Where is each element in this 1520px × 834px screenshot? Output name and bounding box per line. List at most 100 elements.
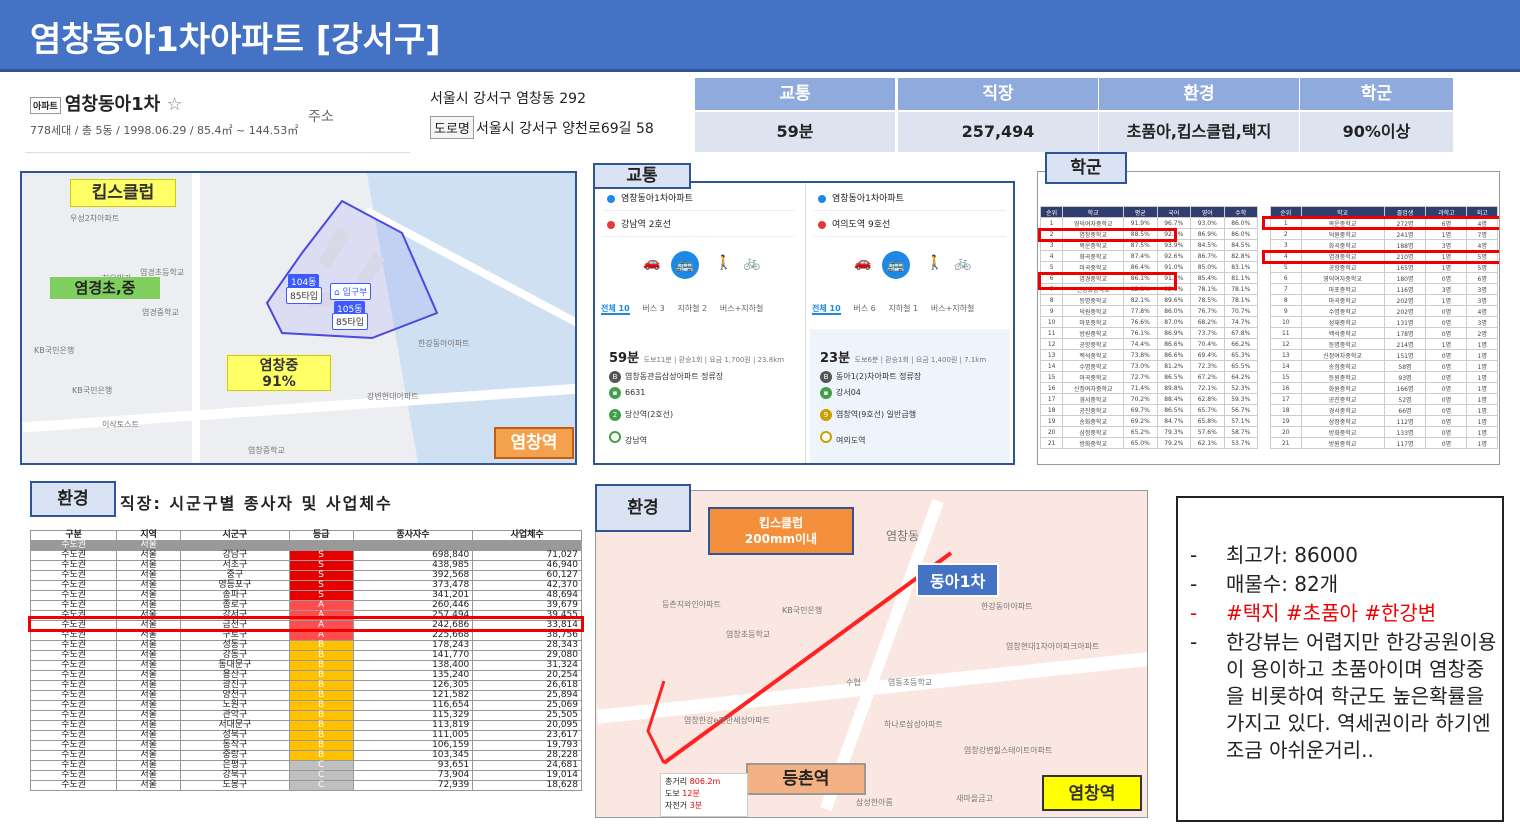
- car-icon[interactable]: 🚗: [854, 255, 871, 271]
- route-result[interactable]: 23분 도보6분 | 환승1회 | 요금 1,400원 | 7.1km B 동아1…: [810, 329, 1010, 463]
- table-cell: 58.7%: [1223, 426, 1258, 438]
- table-row: 3 화곡중학교 188명 3명 4명: [1270, 239, 1498, 251]
- table-cell: [472, 540, 582, 551]
- table-cell: 수도권: [29, 710, 118, 721]
- table-cell: B: [288, 660, 354, 671]
- note-item: 매물수: 82개: [1190, 571, 1500, 598]
- table-cell: 96.7%: [1156, 217, 1192, 229]
- table-cell: 0명: [1425, 360, 1468, 372]
- table-cell: 135,240: [352, 670, 474, 681]
- table-cell: [180, 540, 290, 551]
- table-row: 9 덕원중학교 77.8% 86.0% 76.7% 70.7%: [1039, 305, 1258, 317]
- table-cell: 서초구: [180, 560, 290, 571]
- bus-icon[interactable]: 🚌: [882, 251, 910, 279]
- neighborhood-map[interactable]: 염경초등학교 KB국민은행 KB국민은행 이삭토스트 한강동아아파트 치오빌라 …: [20, 171, 577, 465]
- tab-subway[interactable]: 지하철 1: [888, 304, 918, 313]
- walking-route-map[interactable]: 킵스클럽 200mm이내 동아1차 등촌역 염창역 총거리 806.2m 도보 …: [595, 490, 1148, 818]
- route-step: ▪ 강서04: [820, 387, 861, 399]
- table-cell: 1명: [1466, 382, 1498, 394]
- table-cell: S: [288, 570, 354, 581]
- bike-icon[interactable]: 🚲: [743, 255, 760, 271]
- apartment-marker[interactable]: 동아1차: [916, 563, 1000, 597]
- tab-bus-subway[interactable]: 버스+지하철: [720, 304, 764, 313]
- map-label: 염창현대1차아이파크아파트: [1006, 642, 1100, 651]
- school-label: 학군: [1045, 152, 1127, 184]
- tab-bus[interactable]: 버스 3: [642, 304, 664, 313]
- tab-all[interactable]: 전체 10: [812, 304, 841, 315]
- star-icon[interactable]: ☆: [166, 94, 182, 115]
- table-cell: 백석중학교: [1300, 327, 1385, 339]
- table-cell: 15: [1039, 371, 1064, 383]
- table-header-cell: 종사자수: [352, 530, 474, 541]
- route-to[interactable]: 강남역 2호선: [603, 213, 795, 237]
- table-row: 수도권 서울 구로구 A 225,668 38,756: [29, 630, 582, 641]
- table-cell: 29,080: [472, 650, 582, 661]
- table-cell: 73,904: [352, 770, 474, 781]
- route-from[interactable]: 염창동아1차아파트: [814, 187, 1006, 211]
- table-cell: 69.4%: [1190, 349, 1225, 361]
- table-cell: 서울: [116, 770, 182, 781]
- table-cell: 10: [1039, 316, 1064, 328]
- table-cell: 도봉구: [180, 780, 290, 791]
- table-row: 수도권 서울 중랑구 B 103,345 28,228: [29, 750, 582, 761]
- table-cell: 방원중학교: [1300, 437, 1385, 449]
- map-label: 염창한강e편한세상아파트: [684, 716, 770, 725]
- table-cell: 20,095: [472, 720, 582, 731]
- table-cell: 18: [1270, 404, 1302, 416]
- table-cell: 종로구: [180, 600, 290, 611]
- table-row: 20 삼정중학교 65.2% 79.3% 57.6% 58.7%: [1039, 426, 1258, 438]
- table-cell: 9: [1270, 305, 1302, 317]
- route-from[interactable]: 염창동아1차아파트: [603, 187, 795, 211]
- table-cell: B: [288, 710, 354, 721]
- table-cell: 71,027: [472, 550, 582, 561]
- table-cell: 214명: [1383, 338, 1427, 350]
- table-cell: 수도권: [29, 570, 118, 581]
- table-cell: 46,940: [472, 560, 582, 571]
- table-cell: 수명중학교: [1062, 360, 1125, 372]
- walk-icon[interactable]: 🚶: [926, 255, 943, 271]
- table-cell: 66명: [1383, 404, 1427, 416]
- table-row: 수도권 서울 도봉구 C 72,939 18,628: [29, 780, 582, 791]
- table-header-cell: 영어: [1190, 206, 1225, 218]
- table-cell: 수도권: [29, 690, 118, 701]
- tab-bus-subway[interactable]: 버스+지하철: [931, 304, 975, 313]
- tab-subway[interactable]: 지하철 2: [677, 304, 707, 313]
- table-cell: 3명: [1466, 283, 1498, 295]
- bike-icon[interactable]: 🚲: [954, 255, 971, 271]
- route-step: 9 염창역(9호선) 일반급행: [820, 409, 916, 421]
- table-cell: 4명: [1466, 239, 1498, 251]
- table-cell: 수도권: [29, 600, 118, 611]
- table-cell: 87.0%: [1156, 316, 1192, 328]
- route-result[interactable]: 59분 도보11분 | 환승1회 | 요금 1,700원 | 23.8km B염…: [599, 329, 799, 463]
- bus-icon[interactable]: 🚌: [671, 251, 699, 279]
- origin-dot-icon: [818, 195, 826, 203]
- route-to[interactable]: 여의도역 9호선: [814, 213, 1006, 237]
- table-cell: 103,345: [352, 750, 474, 761]
- walk-icon[interactable]: 🚶: [715, 255, 732, 271]
- table-cell: B: [288, 680, 354, 691]
- table-cell: 14: [1270, 360, 1302, 372]
- table-cell: 서울: [116, 540, 182, 551]
- table-cell: 59.3%: [1223, 393, 1258, 405]
- entrance-label: 입구부: [342, 288, 368, 298]
- tab-bus[interactable]: 버스 6: [853, 304, 875, 313]
- table-cell: 화곡중학교: [1300, 239, 1385, 251]
- school-panel: 순위 학교 평균 국어 영어 수학 1 영덕여자중학교 91.9% 96.7% 93.0% 86.0%…: [1037, 171, 1500, 465]
- step-text: 동아1(2)차아파트 정류장: [836, 372, 922, 381]
- table-cell: 84.5%: [1190, 239, 1225, 251]
- table-row: 수도권 서울 중구 S 392,568 60,127: [29, 570, 582, 581]
- summary-transport: 교통 59분: [695, 78, 895, 152]
- car-icon[interactable]: 🚗: [643, 255, 660, 271]
- table-cell: 0명: [1425, 371, 1468, 383]
- table-cell: 67.8%: [1223, 327, 1258, 339]
- table-cell: 16: [1270, 382, 1302, 394]
- tab-all[interactable]: 전체 10: [601, 304, 630, 315]
- route-time-value: 59분: [609, 351, 640, 366]
- table-cell: 79.2%: [1156, 437, 1192, 449]
- table-cell: 0명: [1425, 404, 1468, 416]
- kids-club-distance-label: 킵스클럽 200mm이내: [708, 507, 854, 555]
- table-cell: 60,127: [472, 570, 582, 581]
- table-row: 수도권 서울 용산구 B 135,240 20,254: [29, 670, 582, 681]
- table-cell: 5: [1039, 261, 1064, 273]
- table-row: 11 백석중학교 178명 0명 2명: [1270, 327, 1498, 339]
